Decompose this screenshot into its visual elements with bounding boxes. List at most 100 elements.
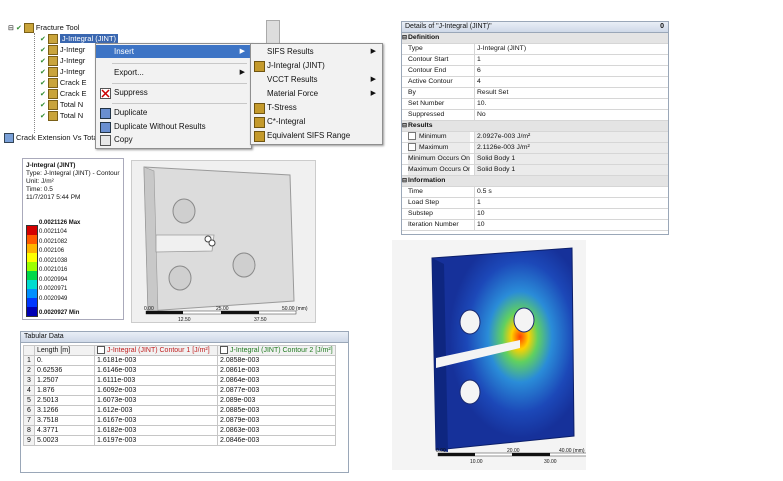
legend-label: 0.0021104 (39, 229, 67, 235)
tree-node-result-6[interactable]: ✔ Total N (40, 99, 83, 111)
menu-item-suppress[interactable]: Suppress (96, 86, 251, 99)
legend-title: J-Integral (JINT) (26, 162, 76, 169)
tabular-data-panel: Tabular Data Length [m] J-Integral (JINT… (20, 331, 349, 473)
row-index-header (23, 345, 35, 356)
table-row[interactable]: 7 3.7518 1.6167e-003 2.0879e-003 (23, 415, 336, 426)
submenu-item-t-stress[interactable]: T-Stress (251, 101, 382, 114)
table-row[interactable]: 5 2.5013 1.6073e-003 2.089e-003 (23, 395, 336, 406)
table-cell: 1.6073e-003 (94, 395, 218, 406)
result-icon (47, 67, 58, 78)
column-header-contour-1[interactable]: J-Integral (JINT) Contour 1 [J/m²] (94, 345, 218, 356)
details-row[interactable]: Set Number 10. (402, 99, 668, 110)
details-row[interactable]: Substep 10 (402, 209, 668, 220)
scale-label: 0.00 (144, 306, 154, 312)
details-row[interactable]: Suppressed No (402, 110, 668, 121)
row-index: 6 (23, 405, 35, 416)
expand-toggle-icon[interactable]: ⊟ (8, 25, 14, 32)
submenu-item-j-integral[interactable]: J-Integral (JINT) (251, 59, 382, 72)
table-cell: 1.6111e-003 (94, 375, 218, 386)
details-section-results[interactable]: ⊟ Results (402, 121, 668, 132)
legend-color-swatch (27, 280, 37, 289)
tree-node-crack-extension-vs-total[interactable]: Crack Extension Vs Tota (4, 133, 98, 144)
menu-separator (112, 63, 247, 64)
table-cell: 1.612e-003 (94, 405, 218, 416)
tree-node-result-5[interactable]: ✔ Crack E (40, 88, 87, 100)
submenu-item-sifs-results[interactable]: SIFS Results ▶ (251, 45, 382, 58)
collapse-icon[interactable]: ⊟ (402, 33, 407, 43)
table-row[interactable]: 4 1.876 1.6092e-003 2.0877e-003 (23, 385, 336, 396)
submenu-item-equivalent-sifs-range[interactable]: Equivalent SIFS Range (251, 129, 382, 142)
check-icon: ✔ (15, 25, 22, 32)
details-row[interactable]: Load Step 1 (402, 198, 668, 209)
result-icon (47, 111, 58, 122)
details-row[interactable]: Minimum Occurs On Solid Body 1 (402, 154, 668, 165)
menu-item-copy[interactable]: Copy (96, 133, 251, 146)
details-row[interactable]: Type J-Integral (JINT) (402, 44, 668, 55)
result-icon (47, 34, 58, 45)
submenu-item-c-star-integral[interactable]: C*-Integral (251, 115, 382, 128)
pin-icon[interactable]: 0 (660, 22, 664, 32)
collapse-icon[interactable]: ⊟ (402, 176, 407, 186)
scale-label: 40.00 (mm) (559, 448, 585, 454)
collapse-icon[interactable]: ⊟ (402, 121, 407, 131)
column-header-contour-2[interactable]: J-Integral (JINT) Contour 2 [J/m²] (217, 345, 336, 356)
scale-label: 20.00 (507, 448, 520, 454)
checkbox[interactable] (408, 132, 416, 141)
column-checkbox[interactable] (97, 346, 105, 355)
checkbox[interactable] (408, 143, 416, 152)
table-cell: 2.089e-003 (217, 395, 336, 406)
table-row[interactable]: 3 1.2507 1.6111e-003 2.0864e-003 (23, 375, 336, 386)
details-row[interactable]: By Result Set (402, 88, 668, 99)
details-row[interactable]: Maximum 2.1126e-003 J/m² (402, 143, 668, 154)
details-row[interactable]: Contour End 6 (402, 66, 668, 77)
submenu-item-material-force[interactable]: Material Force ▶ (251, 87, 382, 100)
table-row[interactable]: 9 5.0023 1.6197e-003 2.0846e-003 (23, 435, 336, 446)
equivalent-sifs-icon (254, 131, 265, 142)
menu-item-export[interactable]: Export... ▶ (96, 66, 251, 79)
chart-icon (4, 133, 14, 144)
tree-node-result-3[interactable]: ✔ J-Integr (40, 66, 85, 78)
contour-plot-view[interactable]: 0.00 10.00 20.00 30.00 40.00 (mm) (392, 240, 589, 470)
table-row[interactable]: 2 0.62536 1.6146e-003 2.0861e-003 (23, 365, 336, 376)
legend-label: 0.0020994 (39, 276, 68, 283)
details-row[interactable]: Active Contour 4 (402, 77, 668, 88)
check-icon: ✔ (40, 91, 46, 98)
menu-item-insert[interactable]: Insert ▶ (96, 45, 251, 58)
tree-node-result-7[interactable]: ✔ Total N (40, 110, 83, 122)
details-section-information[interactable]: ⊟ Information (402, 176, 668, 187)
table-row[interactable]: 6 3.1266 1.612e-003 2.0885e-003 (23, 405, 336, 416)
column-header-length[interactable]: Length [m] (34, 345, 95, 356)
details-row[interactable]: Maximum Occurs On Solid Body 1 (402, 165, 668, 176)
table-row[interactable]: 8 4.3771 1.6182e-003 2.0863e-003 (23, 425, 336, 436)
legend-time: Time: 0.5 (26, 186, 53, 193)
tree-node-result-2[interactable]: ✔ J-Integr (40, 55, 85, 67)
submenu-arrow-icon: ▶ (370, 48, 376, 55)
details-section-definition[interactable]: ⊟ Definition (402, 33, 668, 44)
column-checkbox[interactable] (220, 346, 228, 355)
table-cell: 2.5013 (34, 395, 95, 406)
details-row[interactable]: Minimum 2.0927e-003 J/m² (402, 132, 668, 143)
table-cell: 0. (34, 355, 95, 366)
row-index: 2 (23, 365, 35, 376)
row-index: 4 (23, 385, 35, 396)
legend-date: 11/7/2017 5:44 PM (26, 194, 81, 201)
details-row[interactable]: Iteration Number 10 (402, 220, 668, 231)
menu-item-duplicate-without-results[interactable]: Duplicate Without Results (96, 120, 251, 133)
tree-node-fracture-tool[interactable]: ⊟ ✔ Fracture Tool (8, 22, 79, 34)
legend-color-swatch (27, 253, 37, 262)
details-row[interactable]: Time 0.5 s (402, 187, 668, 198)
check-icon: ✔ (40, 80, 46, 87)
tabular-header: Tabular Data (21, 332, 348, 343)
result-icon (47, 100, 58, 111)
tree-node-result-1[interactable]: ✔ J-Integr (40, 44, 85, 56)
tree-node-result-4[interactable]: ✔ Crack E (40, 77, 87, 89)
table-row[interactable]: 1 0. 1.6181e-003 2.0858e-003 (23, 355, 336, 366)
result-legend: J-Integral (JINT) Type: J-Integral (JINT… (22, 158, 124, 320)
scale-label: 0.00 (436, 448, 446, 454)
menu-item-duplicate[interactable]: Duplicate (96, 106, 251, 119)
contour-plot-geometry (431, 247, 589, 457)
row-index: 7 (23, 415, 35, 426)
details-row[interactable]: Contour Start 1 (402, 55, 668, 66)
model-view[interactable]: 0.00 12.50 25.00 37.50 50.00 (mm) (131, 160, 316, 323)
submenu-item-vcct-results[interactable]: VCCT Results ▶ (251, 73, 382, 86)
